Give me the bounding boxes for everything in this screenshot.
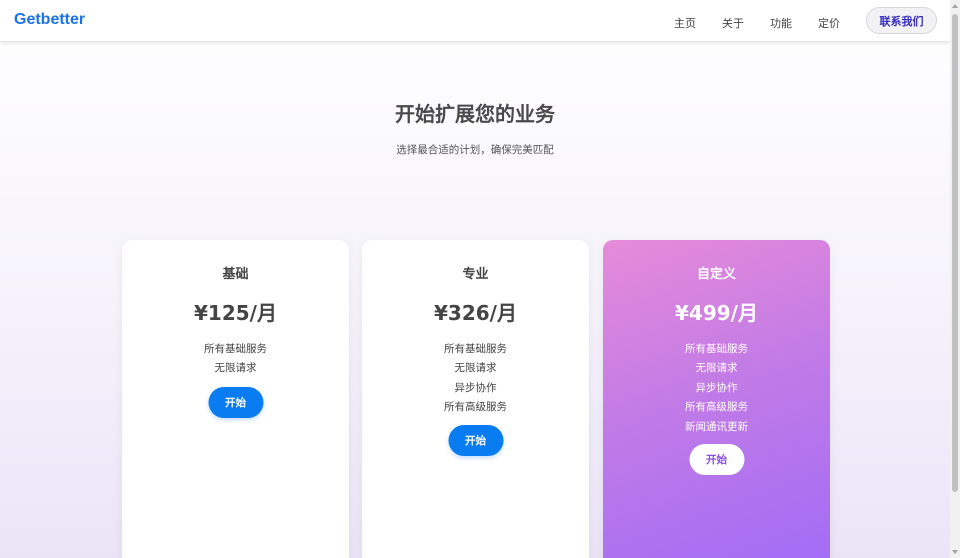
feature-list: 所有基础服务 无限请求 异步协作 所有高级服务 xyxy=(362,340,589,418)
feature-item: 所有基础服务 xyxy=(444,343,507,355)
feature-item: 所有高级服务 xyxy=(444,401,507,414)
feature-list: 所有基础服务 无限请求 异步协作 所有高级服务 新闻通讯更新 xyxy=(603,340,830,437)
nav-link-home[interactable]: 主页 xyxy=(674,15,696,31)
plan-name: 自定义 xyxy=(696,267,736,282)
pricing-card-basic: 基础 ¥125/月 所有基础服务 无限请求 开始 xyxy=(122,240,349,558)
vertical-scrollbar[interactable] xyxy=(950,0,960,558)
plan-name: 专业 xyxy=(462,267,489,282)
page: Getbetter 主页 关于 功能 定价 联系我们 开始扩展您的业务 选择最合… xyxy=(0,0,950,558)
feature-item: 异步协作 xyxy=(454,381,497,394)
feature-item: 无限请求 xyxy=(695,362,738,375)
feature-item: 异步协作 xyxy=(695,381,738,394)
feature-item: 新闻通讯更新 xyxy=(685,420,748,433)
plan-price: ¥499/月 xyxy=(675,301,758,325)
feature-item: 无限请求 xyxy=(454,362,497,375)
feature-item: 所有基础服务 xyxy=(204,343,267,355)
contact-us-button[interactable]: 联系我们 xyxy=(866,7,937,34)
nav-link-pricing[interactable]: 定价 xyxy=(818,15,840,31)
feature-item: 所有高级服务 xyxy=(685,401,748,414)
start-button-custom[interactable]: 开始 xyxy=(689,444,744,475)
start-button-pro[interactable]: 开始 xyxy=(448,425,503,456)
nav-link-about[interactable]: 关于 xyxy=(722,15,744,31)
scrollbar-thumb[interactable] xyxy=(952,14,958,492)
feature-item: 无限请求 xyxy=(214,362,257,375)
plan-price: ¥125/月 xyxy=(194,301,277,325)
hero-subtitle: 选择最合适的计划，确保完美匹配 xyxy=(396,144,554,156)
brand-logo[interactable]: Getbetter xyxy=(14,11,85,29)
scroll-down-arrow-icon[interactable] xyxy=(952,550,958,554)
plan-name: 基础 xyxy=(222,267,249,282)
hero-title: 开始扩展您的业务 xyxy=(395,102,555,126)
feature-item: 所有基础服务 xyxy=(685,343,748,355)
pricing-card-pro: 专业 ¥326/月 所有基础服务 无限请求 异步协作 所有高级服务 开始 xyxy=(362,240,589,558)
plan-price: ¥326/月 xyxy=(434,301,517,325)
nav-link-features[interactable]: 功能 xyxy=(770,15,792,31)
scroll-up-arrow-icon[interactable] xyxy=(952,4,958,8)
top-navbar: Getbetter 主页 关于 功能 定价 联系我们 xyxy=(0,0,950,42)
start-button-basic[interactable]: 开始 xyxy=(208,387,263,418)
feature-list: 所有基础服务 无限请求 xyxy=(122,340,349,379)
pricing-card-custom: 自定义 ¥499/月 所有基础服务 无限请求 异步协作 所有高级服务 新闻通讯更… xyxy=(603,240,830,558)
